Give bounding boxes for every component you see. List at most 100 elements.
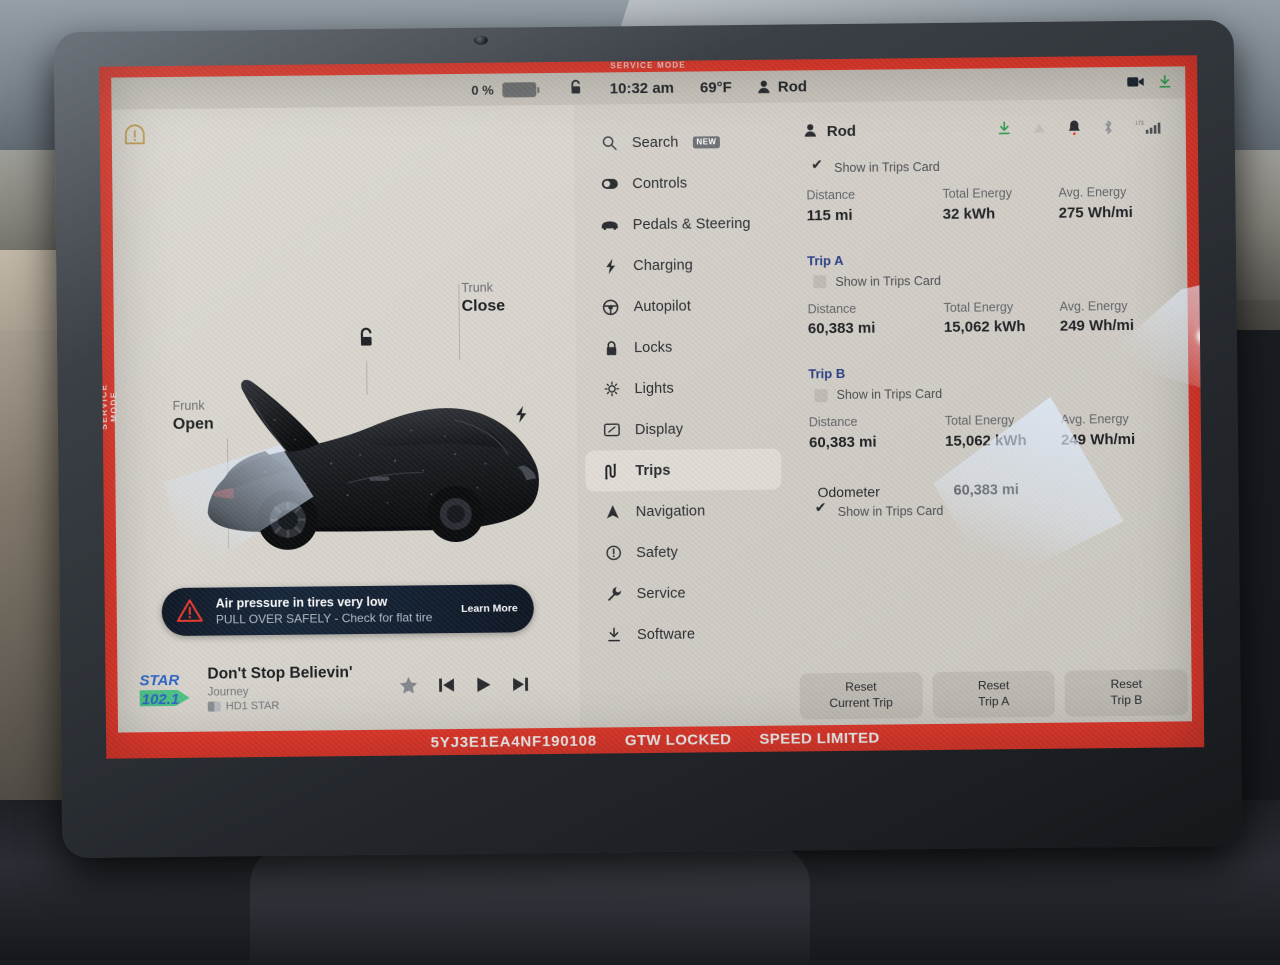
stat-value: 249 Wh/mi	[1061, 429, 1135, 452]
stat-value: 249 Wh/mi	[1060, 315, 1134, 338]
menu-label-pedals-steering: Pedals & Steering	[633, 215, 751, 232]
cabin-camera-icon	[474, 36, 488, 45]
trip-a-stats: Distance 60,383 mi Total Energy 15,062 k…	[805, 290, 1173, 340]
reflection-hotspot	[1197, 323, 1204, 349]
reset-current-trip-button[interactable]: Reset Current Trip	[799, 672, 922, 719]
previous-track-icon[interactable]	[437, 676, 455, 697]
vehicle-illustration[interactable]	[154, 341, 556, 578]
battery-icon	[503, 82, 537, 97]
menu-label-safety: Safety	[636, 544, 678, 560]
stat-label: Total Energy	[944, 297, 1060, 317]
stat-label: Total Energy	[945, 411, 1061, 431]
steering-wheel-icon	[602, 299, 620, 315]
odometer-show-checkbox[interactable]: Show in Trips Card	[808, 496, 1176, 524]
trip-b-title: Trip B	[806, 362, 1174, 381]
checkbox-icon[interactable]	[812, 162, 825, 175]
trip-b-checkbox-label: Show in Trips Card	[836, 387, 942, 402]
menu-item-controls[interactable]: Controls	[582, 162, 778, 205]
unlocked-padlock-icon[interactable]	[569, 79, 584, 99]
current-trip-total-energy: Total Energy 32 kWh	[942, 184, 1058, 226]
display-icon	[603, 423, 621, 436]
tire-pressure-alert-banner[interactable]: Air pressure in tires very low PULL OVER…	[162, 584, 534, 636]
svg-text:LTE: LTE	[1136, 120, 1146, 126]
reset-buttons: Reset Current Trip Reset Trip A Reset Tr…	[799, 669, 1187, 719]
menu-label-autopilot: Autopilot	[634, 298, 692, 315]
menu-item-lights[interactable]: Lights	[584, 367, 780, 410]
alert-circle-icon	[604, 545, 622, 560]
menu-label-charging: Charging	[633, 257, 693, 274]
menu-item-navigation[interactable]: Navigation	[586, 490, 782, 533]
odometer-label: Odometer	[817, 482, 953, 499]
menu-item-trips[interactable]: Trips	[585, 449, 781, 492]
track-title: Don't Stop Believin'	[207, 664, 352, 683]
menu-item-service[interactable]: Service	[586, 572, 782, 615]
menu-label-software: Software	[637, 626, 695, 643]
next-track-icon[interactable]	[511, 675, 529, 696]
hd-radio-icon	[208, 702, 221, 712]
dashcam-icon[interactable]	[1127, 75, 1144, 90]
checkbox-icon[interactable]	[814, 389, 827, 402]
trips-icon	[603, 463, 621, 479]
notification-bell-icon[interactable]	[1068, 119, 1081, 138]
stat-label: Distance	[808, 298, 944, 318]
play-icon[interactable]	[474, 675, 492, 696]
menu-item-charging[interactable]: Charging	[583, 244, 779, 287]
media-source-label: HD1 STAR	[226, 700, 280, 713]
current-trip-avg-energy: Avg. Energy 275 Wh/mi	[1058, 183, 1133, 224]
stat-value: 60,383 mi	[808, 317, 944, 340]
trip-a-distance: Distance 60,383 mi	[808, 298, 944, 340]
menu-item-search[interactable]: Search NEW	[582, 121, 778, 164]
software-download-icon[interactable]	[998, 121, 1011, 138]
reset-trip-a-button[interactable]: Reset Trip A	[932, 671, 1055, 718]
menu-label-service: Service	[637, 585, 686, 602]
person-icon	[804, 123, 817, 140]
menu-item-safety[interactable]: Safety	[586, 531, 782, 574]
station-logo: STAR 102.1	[137, 668, 193, 711]
battery-percent: 0 %	[471, 82, 494, 97]
software-download-icon[interactable]	[1158, 74, 1171, 91]
checkbox-icon[interactable]	[816, 505, 829, 518]
menu-label-navigation: Navigation	[636, 503, 706, 520]
menu-label-controls: Controls	[632, 175, 687, 192]
alert-subline: PULL OVER SAFELY - Check for flat tire	[216, 610, 433, 626]
menu-item-pedals-steering[interactable]: Pedals & Steering	[583, 203, 779, 246]
car-stage: Trunk Close Frunk Open	[112, 105, 580, 733]
speed-status: SPEED LIMITED	[759, 729, 879, 747]
ui-surface: 0 % 10:32 am 69°F	[111, 66, 1192, 732]
menu-label-trips: Trips	[635, 462, 670, 478]
clock: 10:32 am	[610, 79, 674, 97]
checkbox-icon[interactable]	[813, 275, 826, 288]
menu-item-display[interactable]: Display	[585, 408, 781, 451]
battery-group[interactable]: 0 %	[111, 82, 537, 101]
trip-a-checkbox-label: Show in Trips Card	[835, 273, 941, 288]
stat-value: 15,062 kWh	[945, 429, 1061, 452]
alert-headline: Air pressure in tires very low	[216, 594, 388, 610]
reset-line1: Reset	[1111, 677, 1143, 693]
reset-trip-b-button[interactable]: Reset Trip B	[1065, 669, 1188, 716]
bluetooth-icon[interactable]	[1103, 119, 1114, 138]
media-player[interactable]: STAR 102.1 Don't Stop Believin' Journey …	[131, 654, 542, 720]
track-artist: Journey	[208, 686, 249, 698]
trip-a-avg-energy: Avg. Energy 249 Wh/mi	[1060, 296, 1135, 337]
vehicle-view-pane[interactable]: Trunk Close Frunk Open	[112, 105, 580, 733]
tesla-touchscreen[interactable]: 0 % 10:32 am 69°F	[99, 55, 1204, 758]
stat-label: Total Energy	[942, 184, 1058, 204]
trunk-callout[interactable]: Trunk Close	[461, 280, 505, 317]
learn-more-button[interactable]: Learn More	[461, 602, 518, 615]
odometer-value: 60,383 mi	[953, 482, 1018, 499]
lte-signal-icon: LTE	[1136, 118, 1164, 137]
toggle-icon	[600, 178, 618, 189]
search-icon	[600, 135, 618, 150]
favorite-star-icon[interactable]	[398, 675, 418, 698]
stat-value: 15,062 kWh	[944, 316, 1060, 339]
trip-a-total-energy: Total Energy 15,062 kWh	[944, 297, 1060, 339]
settings-menu: Search NEW Controls	[573, 103, 792, 728]
menu-item-locks[interactable]: Locks	[584, 326, 780, 369]
driver-profile-button[interactable]: Rod	[758, 78, 807, 96]
trunk-action[interactable]: Close	[461, 296, 505, 317]
menu-item-autopilot[interactable]: Autopilot	[583, 285, 779, 328]
triangle-icon[interactable]	[1033, 121, 1046, 136]
trips-content: Rod	[785, 98, 1192, 725]
menu-label-locks: Locks	[634, 339, 673, 355]
menu-item-software[interactable]: Software	[587, 613, 783, 656]
